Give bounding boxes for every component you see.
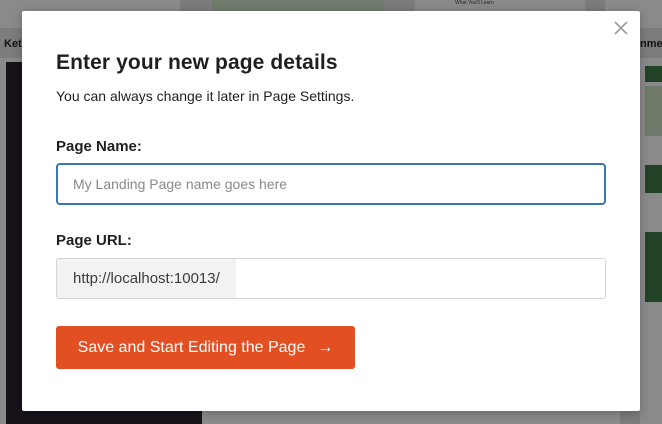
url-prefix: http://localhost:10013/ (57, 259, 236, 298)
close-icon (614, 21, 628, 35)
page-url-field: http://localhost:10013/ (56, 258, 606, 299)
page-url-label: Page URL: (56, 232, 132, 249)
arrow-right-icon: → (317, 338, 334, 356)
new-page-dialog: Enter your new page details You can alwa… (22, 11, 640, 411)
dialog-subtitle: You can always change it later in Page S… (56, 88, 355, 104)
page-name-label: Page Name: (56, 138, 142, 155)
page-name-input[interactable] (56, 163, 606, 205)
dialog-title: Enter your new page details (56, 51, 338, 74)
close-button[interactable] (612, 19, 630, 37)
save-button-label: Save and Start Editing the Page (77, 338, 306, 356)
page-url-slug-input[interactable] (235, 259, 605, 298)
save-and-edit-button[interactable]: Save and Start Editing the Page → (56, 326, 355, 369)
